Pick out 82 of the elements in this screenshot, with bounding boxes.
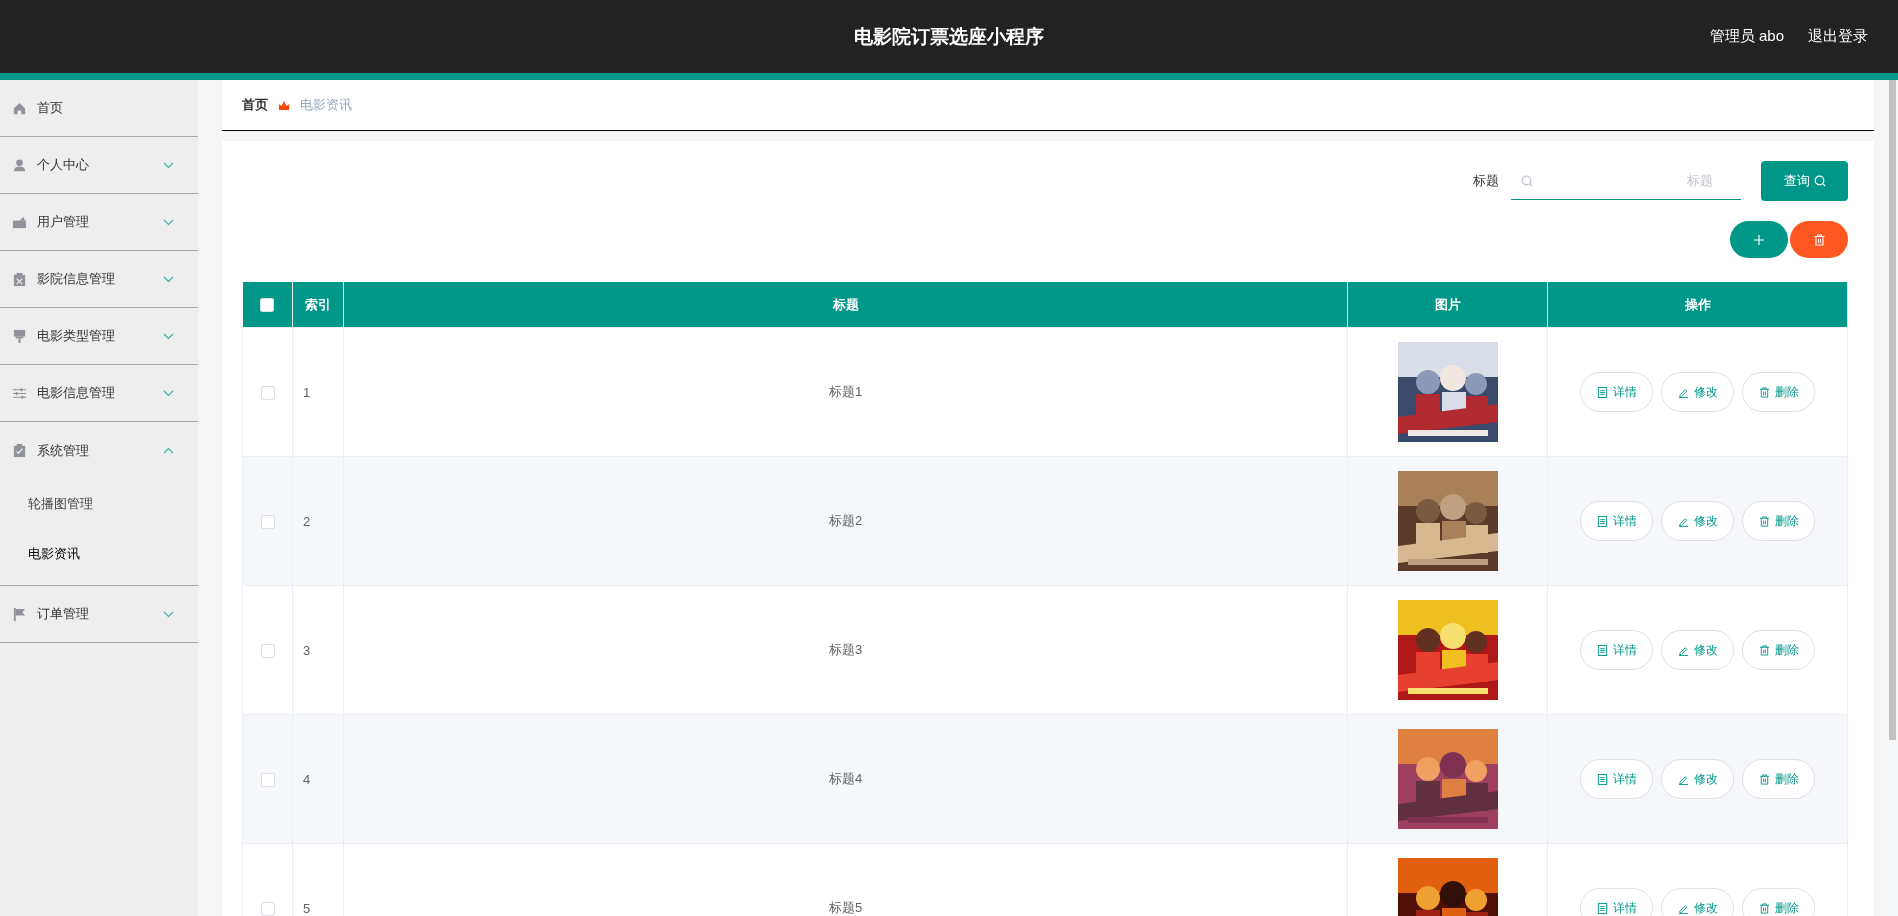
trash-icon (1813, 233, 1825, 246)
details-button[interactable]: 详情 (1580, 759, 1653, 799)
title-cell: 标题3 (343, 585, 1348, 715)
edit-button[interactable]: 修改 (1661, 630, 1734, 670)
details-button[interactable]: 详情 (1580, 630, 1653, 670)
remove-button[interactable]: 删除 (1742, 888, 1815, 916)
chevron-down-icon (163, 161, 174, 169)
row-checkbox[interactable] (260, 385, 275, 400)
document-icon (1596, 386, 1608, 398)
index-cell: 4 (292, 714, 344, 844)
trash-icon (1758, 515, 1770, 527)
title-cell: 标题4 (343, 714, 1348, 844)
row-checkbox[interactable] (260, 643, 275, 658)
search-field[interactable]: 标题 (1511, 162, 1741, 200)
edit-button[interactable]: 修改 (1661, 501, 1734, 541)
details-button[interactable]: 详情 (1580, 888, 1653, 916)
document-icon (1596, 902, 1608, 914)
title-cell: 标题1 (343, 327, 1348, 457)
column-header: 图片 (1347, 282, 1548, 328)
search-icon (1521, 175, 1533, 187)
menu-icon (12, 606, 27, 622)
menu-item[interactable]: 系统管理 (0, 422, 198, 479)
submenu-item[interactable]: 轮播图管理 (0, 479, 198, 529)
breadcrumb-item[interactable]: 首页 (242, 96, 268, 114)
chevron-down-icon (163, 610, 174, 618)
add-button[interactable] (1730, 221, 1788, 258)
index-cell: 1 (292, 327, 344, 457)
menu-icon (12, 100, 27, 116)
scrollbar[interactable] (1889, 80, 1896, 740)
edit-button[interactable]: 修改 (1661, 759, 1734, 799)
column-header: 操作 (1547, 282, 1848, 328)
admin-name: 管理员 abo (1709, 27, 1784, 46)
index-cell: 2 (292, 456, 344, 586)
trash-icon (1758, 644, 1770, 656)
remove-button[interactable]: 删除 (1742, 759, 1815, 799)
menu-icon (12, 271, 27, 287)
document-icon (1596, 773, 1608, 785)
app-title: 电影院订票选座小程序 (854, 24, 1044, 49)
index-cell: 3 (292, 585, 344, 715)
chevron-down-icon (163, 389, 174, 397)
delete-button[interactable] (1790, 221, 1848, 258)
menu-icon (12, 385, 27, 401)
logout-link[interactable]: 退出登录 (1808, 27, 1868, 46)
pencil-icon (1677, 773, 1689, 785)
plus-icon (1753, 233, 1765, 246)
search-icon (1813, 175, 1826, 187)
menu-icon (12, 214, 27, 230)
remove-button[interactable]: 删除 (1742, 501, 1815, 541)
title-cell: 标题2 (343, 456, 1348, 586)
select-all-checkbox[interactable] (260, 298, 275, 313)
pencil-icon (1677, 644, 1689, 656)
menu-icon (12, 328, 27, 344)
submenu-item[interactable]: 电影资讯 (0, 529, 198, 579)
pencil-icon (1677, 386, 1689, 398)
edit-button[interactable]: 修改 (1661, 888, 1734, 916)
edit-button[interactable]: 修改 (1661, 372, 1734, 412)
trash-icon (1758, 773, 1770, 785)
chevron-down-icon (163, 332, 174, 340)
document-icon (1596, 644, 1608, 656)
remove-button[interactable]: 删除 (1742, 630, 1815, 670)
breadcrumb-item: 电影资讯 (300, 96, 352, 114)
column-header: 索引 (292, 282, 344, 328)
row-checkbox[interactable] (260, 901, 275, 916)
details-button[interactable]: 详情 (1580, 501, 1653, 541)
chevron-up-icon (163, 447, 174, 454)
pencil-icon (1677, 902, 1689, 914)
search-button[interactable]: 查询 (1761, 161, 1848, 201)
menu-icon (12, 157, 27, 173)
chevron-down-icon (163, 275, 174, 283)
document-icon (1596, 515, 1608, 527)
trash-icon (1758, 386, 1770, 398)
row-checkbox[interactable] (260, 772, 275, 787)
details-button[interactable]: 详情 (1580, 372, 1653, 412)
column-header: 标题 (343, 282, 1348, 328)
row-checkbox[interactable] (260, 514, 275, 529)
trash-icon (1758, 902, 1770, 914)
menu-icon (12, 443, 27, 458)
crown-icon (278, 99, 290, 111)
search-label: 标题 (1473, 172, 1499, 190)
remove-button[interactable]: 删除 (1742, 372, 1815, 412)
chevron-down-icon (163, 218, 174, 226)
pencil-icon (1677, 515, 1689, 527)
